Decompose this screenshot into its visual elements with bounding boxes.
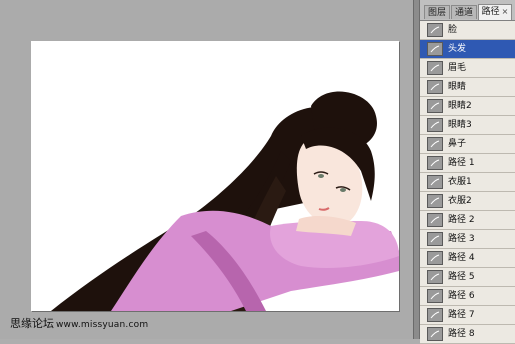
path-row-label: 路径 4 [448, 253, 475, 263]
tab-layers[interactable]: 图层 [424, 5, 450, 19]
path-thumb-icon [427, 308, 443, 322]
watermark: 思缘论坛 www.missyuan.com [10, 315, 148, 331]
clothes-path-thumb-icon [427, 194, 443, 208]
path-row-label: 路径 1 [448, 158, 475, 168]
eyebrow-path-thumb-icon [427, 61, 443, 75]
path-row-label: 路径 6 [448, 291, 475, 301]
path-row-label: 头发 [448, 44, 467, 54]
path-row[interactable]: 路径 7 [420, 306, 515, 325]
face-path-thumb-icon [427, 23, 443, 37]
path-row[interactable]: 眼睛 [420, 78, 515, 97]
path-row[interactable]: 路径 1 [420, 154, 515, 173]
path-row[interactable]: 衣服2 [420, 192, 515, 211]
path-row-label: 路径 5 [448, 272, 475, 282]
path-row[interactable]: 路径 5 [420, 268, 515, 287]
tab-channels-label: 通道 [454, 8, 473, 18]
eye-path-thumb-icon [427, 80, 443, 94]
path-row-label: 路径 7 [448, 310, 475, 320]
clothes-path-thumb-icon [427, 175, 443, 189]
path-row[interactable]: 脸 [420, 21, 515, 40]
document-canvas[interactable] [31, 41, 399, 311]
path-row[interactable]: 路径 2 [420, 211, 515, 230]
path-row[interactable]: 路径 6 [420, 287, 515, 306]
path-row[interactable]: 衣服1 [420, 173, 515, 192]
path-row-label: 鼻子 [448, 139, 467, 149]
illustration-artwork [51, 91, 399, 311]
tab-paths[interactable]: 路径 × [478, 4, 512, 20]
nose-path-thumb-icon [427, 137, 443, 151]
path-row-label: 路径 2 [448, 215, 475, 225]
path-row-label: 眼睛3 [448, 120, 472, 130]
document-workspace: 思缘论坛 www.missyuan.com [0, 0, 419, 339]
path-row[interactable]: 鼻子 [420, 135, 515, 154]
path-thumb-icon [427, 213, 443, 227]
watermark-site-name: 思缘论坛 [10, 317, 54, 330]
path-thumb-icon [427, 289, 443, 303]
path-row-label: 路径 3 [448, 234, 475, 244]
eye-path-thumb-icon [427, 99, 443, 113]
path-row[interactable]: 路径 8 [420, 325, 515, 344]
path-row[interactable]: 眉毛 [420, 59, 515, 78]
hair-path-thumb-icon [427, 42, 443, 56]
eye-path-thumb-icon [427, 118, 443, 132]
path-thumb-icon [427, 270, 443, 284]
paths-panel: 图层 通道 路径 × 脸头发眉毛眼睛眼睛2 眼睛3 鼻子路径 1 衣服1 衣服2 路径 2 路… [419, 0, 515, 344]
path-row-label: 眼睛2 [448, 101, 472, 111]
path-row[interactable]: 路径 4 [420, 249, 515, 268]
path-row-label: 衣服2 [448, 196, 472, 206]
path-row[interactable]: 路径 3 [420, 230, 515, 249]
paths-list: 脸头发眉毛眼睛眼睛2 眼睛3 鼻子路径 1 衣服1 衣服2 路径 2 路径 3 路径 4 路径 … [420, 21, 515, 344]
path-row-label: 眉毛 [448, 63, 467, 73]
path-row[interactable]: 头发 [420, 40, 515, 59]
path-row-label: 眼睛 [448, 82, 467, 92]
path-row-label: 衣服1 [448, 177, 472, 187]
path-row[interactable]: 眼睛3 [420, 116, 515, 135]
path-thumb-icon [427, 156, 443, 170]
panel-tab-bar: 图层 通道 路径 × [420, 0, 515, 21]
close-icon[interactable]: × [502, 7, 509, 16]
path-thumb-icon [427, 251, 443, 265]
path-thumb-icon [427, 232, 443, 246]
watermark-url: www.missyuan.com [56, 320, 149, 330]
path-row-label: 路径 8 [448, 329, 475, 339]
tab-paths-label: 路径 [481, 7, 500, 17]
tab-layers-label: 图层 [427, 8, 446, 18]
path-row[interactable]: 眼睛2 [420, 97, 515, 116]
path-row-label: 脸 [448, 25, 458, 35]
tab-channels[interactable]: 通道 [451, 5, 477, 19]
